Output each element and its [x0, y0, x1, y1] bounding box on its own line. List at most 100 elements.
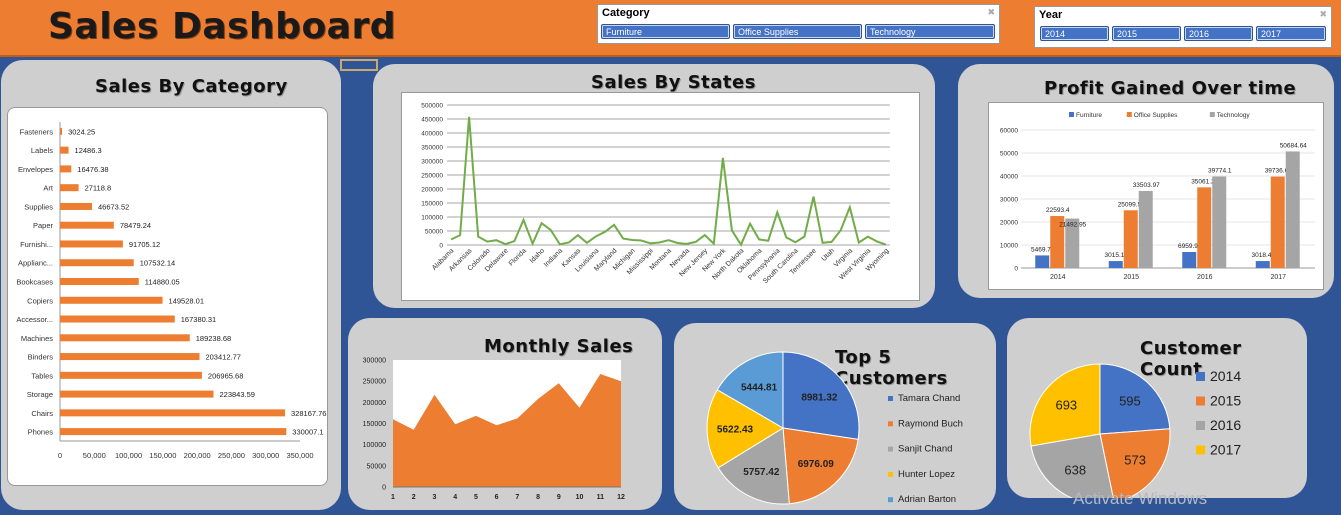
y-tick-label: 0: [1014, 266, 1018, 273]
panel-monthly-sales: Monthly Sales 0 50000 100000 150000 200000 25…: [348, 318, 662, 510]
legend-label: Technology: [1217, 112, 1251, 119]
x-tick-label: 100,000: [115, 451, 142, 460]
x-tick-label: 11: [597, 494, 605, 501]
bar: [60, 334, 190, 342]
x-tick-label: 350,000: [286, 451, 313, 460]
bar: [60, 296, 163, 304]
dashboard-title: Sales Dashboard: [48, 6, 396, 47]
legend-label: Office Supplies: [1134, 112, 1178, 119]
customer-count-chart: 595 573 638 693 2014 2015 2016 2017: [1029, 363, 1241, 498]
slicer-option-2016[interactable]: 2016: [1184, 26, 1253, 41]
x-tick-label: 2017: [1270, 274, 1286, 281]
bar: [1212, 176, 1227, 268]
empty-shape: [340, 59, 378, 71]
legend-swatch: [1126, 112, 1132, 117]
x-tick-label: 0: [58, 451, 62, 460]
category-label: Envelopes: [18, 165, 53, 174]
data-label: 149528.01: [169, 296, 204, 305]
panel-sales-by-category: Sales By Category Fasteners 3024.25 Labels…: [1, 60, 341, 510]
data-label: 107532.14: [140, 259, 175, 268]
y-tick-label: 40000: [1000, 174, 1018, 181]
data-label: 223843.59: [219, 390, 254, 399]
monthly-sales-chart: 0500001000001500002000002500003000001 2 3 4…: [363, 358, 625, 502]
x-tick-label: 2014: [1050, 274, 1066, 281]
data-label: 50684.64: [1280, 142, 1307, 149]
x-tick-label: 300,000: [252, 451, 279, 460]
category-label: Binders: [28, 353, 54, 362]
bar: [1285, 151, 1300, 268]
legend-swatch: [1196, 396, 1205, 406]
y-tick-label: 150000: [421, 201, 443, 208]
category-slicer-title: Category: [602, 7, 650, 19]
data-label: 91705.12: [129, 240, 160, 249]
clear-filter-icon[interactable]: ✖: [987, 7, 995, 18]
bar: [60, 259, 134, 267]
data-label: 39774.1: [1208, 168, 1232, 175]
panel-title: Sales By States: [591, 72, 756, 93]
clear-filter-icon[interactable]: ✖: [1319, 9, 1327, 20]
slicer-option-2014[interactable]: 2014: [1040, 26, 1109, 41]
data-label: 203412.77: [205, 353, 240, 362]
legend-label: 2014: [1210, 368, 1241, 384]
category-label: Labels: [31, 146, 53, 155]
y-tick-label: 50000: [367, 463, 387, 470]
bar: [1123, 210, 1138, 268]
data-label: 12486.3: [75, 146, 102, 155]
slicer-option-2017[interactable]: 2017: [1256, 26, 1326, 41]
x-tick-label: 6: [495, 494, 499, 501]
bar: [1255, 261, 1270, 268]
slice-value-label: 693: [1055, 398, 1077, 413]
panel-title: Profit Gained Over time: [1044, 78, 1297, 99]
category-label: Applianc...: [18, 259, 53, 268]
data-label: 114880.05: [145, 278, 180, 287]
legend-swatch: [888, 396, 893, 401]
y-tick-label: 150000: [363, 421, 386, 428]
x-tick-label: 10: [576, 494, 584, 501]
panel-sales-by-states: Sales By States 0 50000 100000 150000 200000…: [373, 64, 935, 308]
x-tick-label: 2: [412, 494, 416, 501]
slice-value-label: 5444.81: [741, 382, 778, 393]
legend-label: 2017: [1210, 442, 1241, 458]
bar: [60, 371, 202, 379]
slicer-option-technology[interactable]: Technology: [865, 24, 995, 39]
category-label: Storage: [27, 390, 53, 399]
legend-swatch: [888, 471, 893, 477]
slicer-option-furniture[interactable]: Furniture: [601, 24, 730, 39]
category-label: Supplies: [24, 202, 53, 211]
slicer-option-office-supplies[interactable]: Office Supplies: [733, 24, 862, 39]
x-tick-label: 5: [474, 494, 478, 501]
category-slicer: Category ✖ Furniture Office Supplies Tec…: [597, 4, 1000, 44]
x-tick-label: 50,000: [83, 451, 106, 460]
bar: [60, 390, 214, 398]
bar: [60, 240, 123, 248]
slice-value-label: 5622.43: [717, 425, 754, 436]
legend-label: Raymond Buch: [898, 418, 963, 429]
data-label: 78479.24: [120, 221, 151, 230]
slicer-option-2015[interactable]: 2015: [1112, 26, 1181, 41]
y-tick-label: 50000: [425, 229, 443, 236]
legend-swatch: [1069, 112, 1074, 117]
x-tick-label: 150,000: [149, 451, 176, 460]
bar: [1182, 251, 1197, 268]
data-label: 33503.97: [1133, 182, 1160, 189]
bar: [1108, 261, 1123, 268]
activate-windows-watermark: Activate Windows: [1073, 489, 1208, 508]
bar: [60, 202, 93, 210]
data-label: 206965.68: [208, 371, 243, 380]
y-tick-label: 250000: [363, 379, 386, 386]
panel-top-customers: Top 5 Customers 8981.32 6976.09 5757.42 562…: [674, 323, 996, 510]
category-label: Phones: [28, 428, 54, 437]
category-label: Copiers: [27, 296, 53, 305]
slice-value-label: 6976.09: [798, 459, 835, 470]
data-label: 3024.25: [68, 127, 95, 136]
category-label: Chairs: [31, 409, 53, 418]
x-tick-label: 250,000: [218, 451, 245, 460]
data-label: 328167.76: [291, 409, 326, 418]
panel-customer-count: Customer Count 595 573 638 693 2014 2015 2016 2…: [1007, 318, 1307, 498]
category-label: Bookcases: [16, 278, 53, 287]
legend-label: 2016: [1210, 417, 1241, 433]
data-label: 22593.4: [1046, 207, 1070, 214]
category-label: Accessor...: [16, 315, 53, 324]
y-tick-label: 250000: [421, 173, 443, 180]
bar: [60, 353, 200, 361]
